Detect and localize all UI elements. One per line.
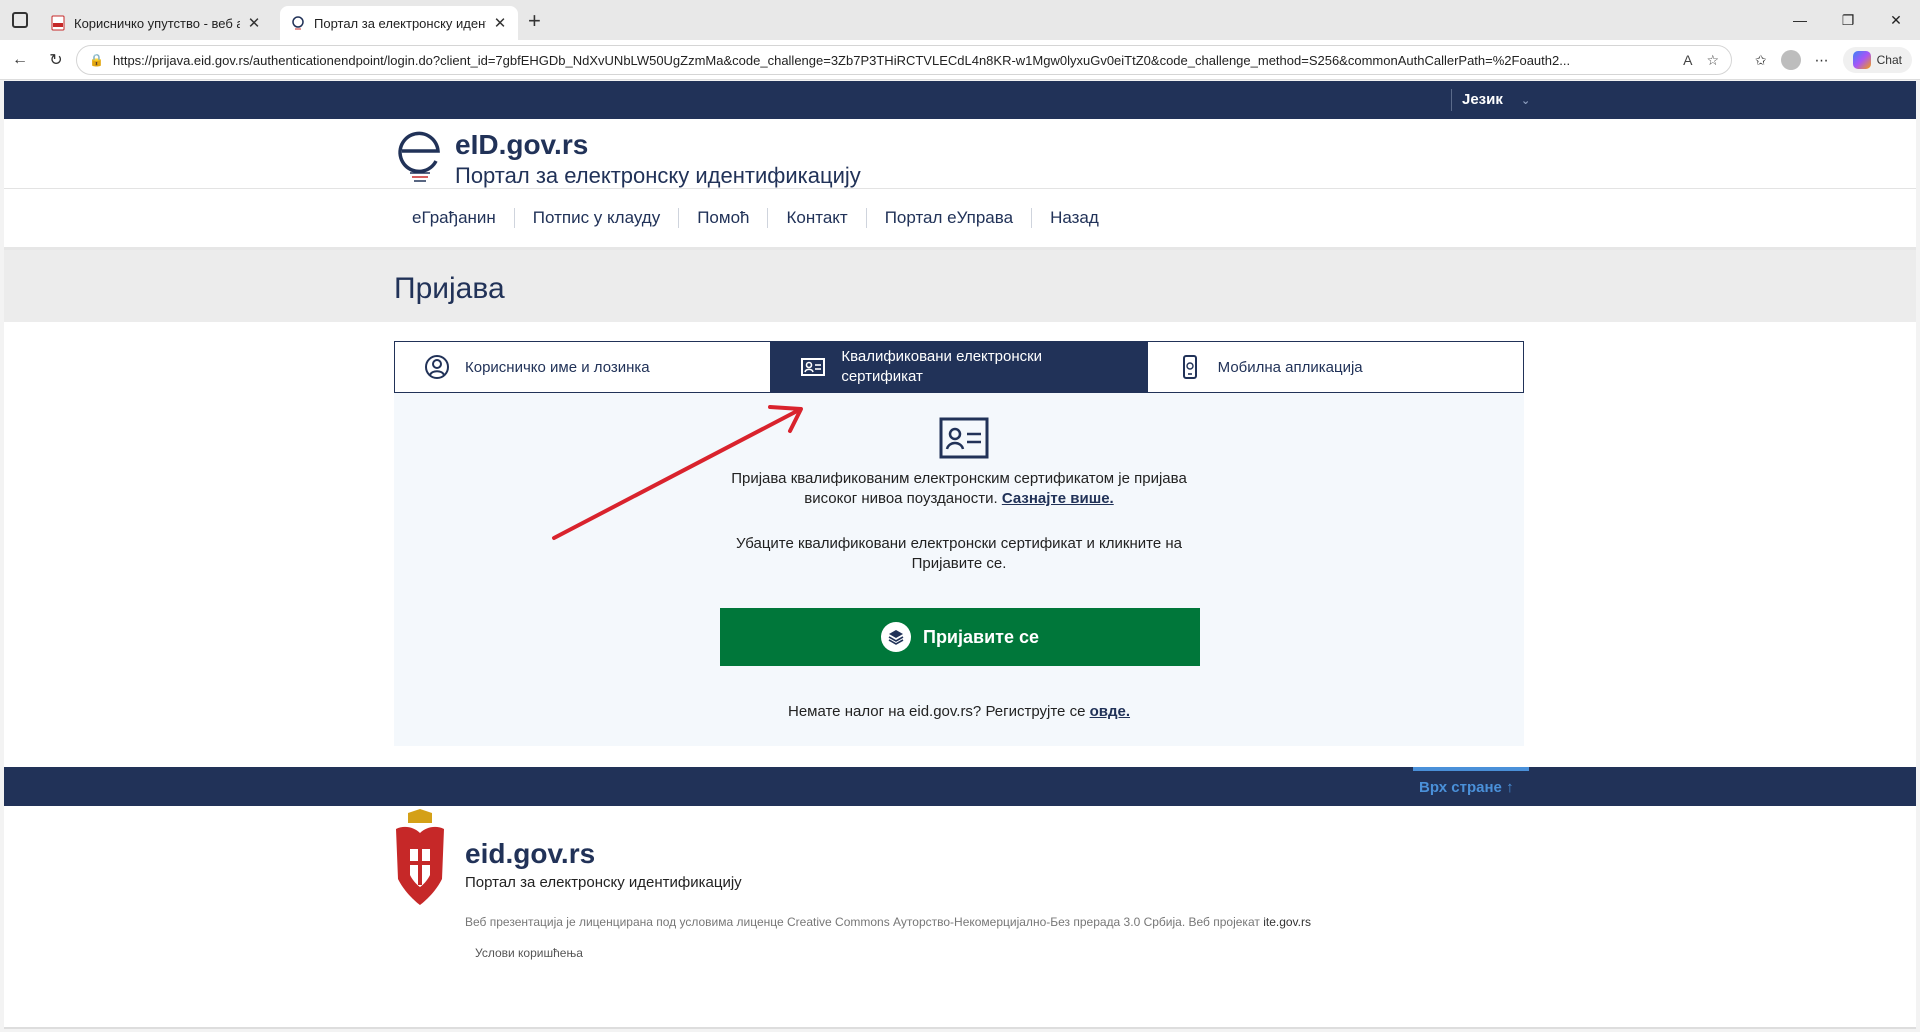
close-window-icon[interactable]: ✕ [1872, 0, 1920, 40]
info-line: Пријава квалификованим електронским серт… [731, 470, 1187, 487]
url-field[interactable]: 🔒 https://prijava.eid.gov.rs/authenticat… [76, 45, 1732, 75]
license-text: Веб презентација је лиценцирана под усло… [465, 915, 1311, 929]
instruction-line: Пријавите се. [911, 555, 1007, 572]
register-prompt: Немате налог на eid.gov.rs? Региструјте … [787, 703, 1086, 720]
instruction-line: Убаците квалификовани електронски сертиф… [736, 535, 1182, 552]
title-bar: Пријава [4, 250, 1916, 322]
read-aloud-icon[interactable]: A [1683, 52, 1692, 69]
divider [1451, 89, 1452, 111]
divider [4, 1027, 1916, 1029]
tab-label: Мобилна апликација [1217, 358, 1363, 376]
pdf-icon [51, 15, 65, 31]
copilot-chat-button[interactable]: Chat [1842, 47, 1912, 73]
chat-label: Chat [1876, 53, 1902, 67]
register-text: Немате налог на eid.gov.rs? Региструјте … [394, 702, 1524, 722]
tab-actions-icon[interactable] [12, 12, 28, 28]
browser-tab-manual[interactable]: Корисничко упутство - веб апликација ✕ [40, 6, 272, 40]
browser-tools: ✩ ⋯ Chat [1755, 45, 1912, 75]
back-to-top-label: Врх стране [1419, 779, 1502, 796]
restore-icon[interactable]: ❐ [1824, 0, 1872, 40]
site-brand[interactable]: eID.gov.rs [455, 129, 588, 161]
web-page: Језик ⌄ eID.gov.rs Портал за електронску… [4, 81, 1916, 1029]
tab-title: Портал за електронску идентификацију [314, 15, 486, 31]
user-circle-icon [425, 355, 449, 379]
favorites-icon[interactable]: ✩ [1755, 52, 1767, 69]
tab-mobile-app[interactable]: Мобилна апликација [1148, 342, 1523, 392]
tab-label: Корисничко име и лозинка [465, 358, 650, 376]
browser-tab-bar: Корисничко упутство - веб апликација ✕ П… [0, 0, 1920, 40]
ite-link[interactable]: ite.gov.rs [1263, 915, 1311, 929]
login-button[interactable]: Пријавите се [720, 608, 1200, 666]
coat-of-arms-icon [396, 809, 444, 905]
copilot-icon [1852, 51, 1871, 69]
terms-link[interactable]: Услови коришћења [475, 946, 583, 960]
info-text: Пријава квалификованим електронским серт… [394, 469, 1524, 509]
menu-item-back[interactable]: Назад [1032, 208, 1117, 228]
menu-item-help[interactable]: Помоћ [679, 208, 769, 228]
mobile-phone-icon [1182, 355, 1197, 379]
id-card-icon [801, 358, 826, 376]
login-method-tabs: Корисничко име и лозинка Квалификовани е… [394, 341, 1524, 393]
eid-favicon [292, 16, 304, 30]
close-icon[interactable]: ✕ [492, 14, 508, 32]
menu-item-euprava[interactable]: Портал еУправа [867, 208, 1033, 228]
window-controls: — ❐ ✕ [1776, 0, 1920, 40]
eid-logo-icon[interactable] [396, 129, 444, 185]
browser-tab-portal[interactable]: Портал за електронску идентификацију ✕ [280, 6, 518, 40]
minimize-icon[interactable]: — [1776, 0, 1824, 40]
more-options-icon[interactable]: ⋯ [1815, 52, 1829, 69]
license-statement: Веб презентација је лиценцирана под усло… [465, 915, 1260, 929]
instruction-text: Убаците квалификовани електронски сертиф… [394, 534, 1524, 574]
page-title: Пријава [394, 272, 505, 305]
layers-icon [881, 622, 911, 652]
arrow-up-icon: ↑ [1506, 779, 1514, 796]
url-text: https://prijava.eid.gov.rs/authenticatio… [113, 52, 1571, 68]
tab-qualified-certificate[interactable]: Квалификовани електронски сертификат [771, 342, 1148, 392]
close-icon[interactable]: ✕ [246, 14, 262, 32]
back-icon[interactable]: ← [8, 48, 32, 72]
menu-item-contact[interactable]: Контакт [768, 208, 867, 228]
footer-strip: Врх стране ↑ [4, 767, 1916, 806]
id-card-icon [939, 417, 989, 459]
language-label: Језик [1462, 91, 1503, 108]
top-strip: Језик ⌄ [4, 81, 1916, 119]
back-to-top-link[interactable]: Врх стране ↑ [1413, 767, 1529, 806]
refresh-icon[interactable]: ↻ [44, 48, 68, 72]
new-tab-icon[interactable]: + [528, 8, 541, 34]
site-subtitle: Портал за електронску идентификацију [455, 163, 861, 188]
tab-username-password[interactable]: Корисничко име и лозинка [395, 342, 772, 392]
site-header: eID.gov.rs Портал за електронску идентиф… [4, 119, 1916, 189]
chevron-down-icon: ⌄ [1521, 95, 1531, 107]
certificate-login-panel: Пријава квалификованим електронским серт… [394, 393, 1524, 746]
tab-label: Квалификовани електронски сертификат [841, 348, 1043, 385]
menu-item-egradjanin[interactable]: еГрађанин [394, 208, 515, 228]
info-line: високог нивоа поузданости. [804, 490, 998, 507]
menu-item-cloud-signature[interactable]: Потпис у клауду [515, 208, 680, 228]
lock-icon: 🔒 [89, 53, 104, 67]
main-menu: еГрађанин Потпис у клауду Помоћ Контакт … [394, 189, 1117, 247]
address-bar: ← ↻ 🔒 https://prijava.eid.gov.rs/authent… [0, 40, 1920, 80]
tab-title: Корисничко упутство - веб апликација [74, 15, 240, 31]
register-link[interactable]: овде. [1090, 703, 1130, 720]
profile-avatar[interactable] [1780, 50, 1801, 70]
footer-brand[interactable]: eid.gov.rs [465, 838, 595, 870]
favorite-star-icon[interactable]: ☆ [1706, 52, 1719, 69]
footer-subtitle: Портал за електронску идентификацију [465, 874, 742, 891]
login-button-label: Пријавите се [923, 626, 1039, 647]
language-selector[interactable]: Језик ⌄ [1462, 91, 1530, 108]
learn-more-link[interactable]: Сазнајте више. [1002, 490, 1114, 507]
